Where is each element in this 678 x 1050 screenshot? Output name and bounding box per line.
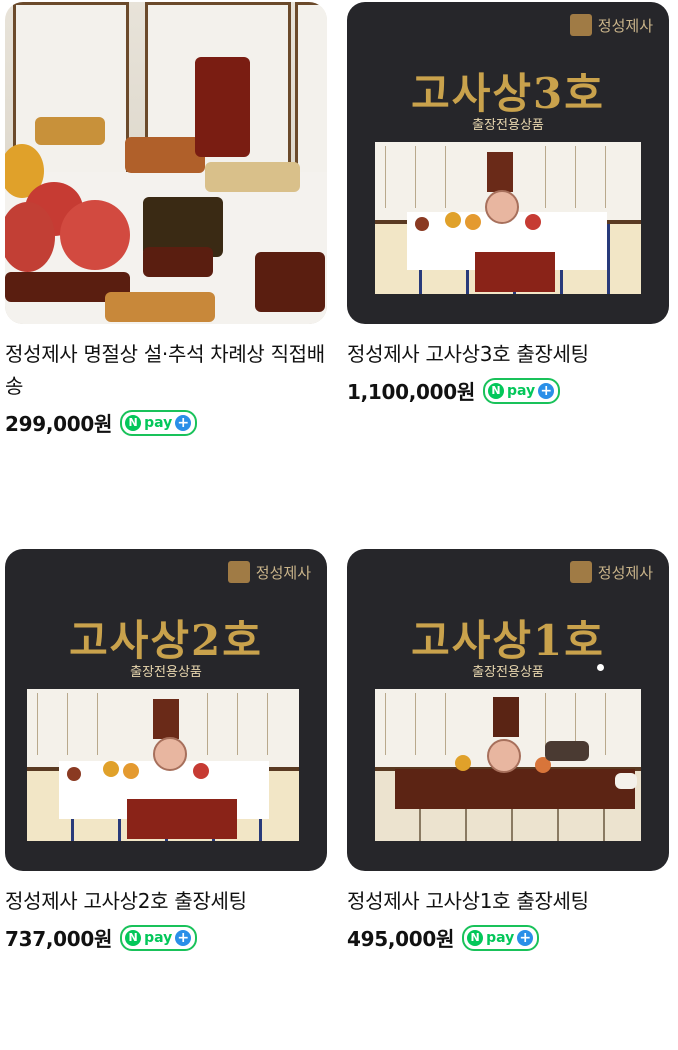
ceremony-scene [375, 689, 641, 841]
banner-subline: 출장전용상품 [130, 665, 202, 680]
brand-mark-icon [569, 14, 592, 36]
ceremony-scene [375, 142, 641, 294]
product-price: 1,100,000원 [347, 380, 476, 404]
plus-icon: + [517, 929, 534, 946]
product-title[interactable]: 정성제사 고사상1호 출장세팅 [347, 885, 669, 917]
brand-mark-icon [227, 561, 250, 583]
npay-n-icon: N [488, 382, 505, 399]
product-card[interactable]: 정성제사 고사상2호 출장전용상품 정성제사 고사상2호 출장세팅 737,00… [5, 549, 327, 952]
npay-badge: N pay + [462, 924, 540, 951]
product-image[interactable]: 정성제사 고사상3호 출장전용상품 [347, 2, 669, 324]
product-card[interactable]: 정성제사 고사상1호 출장전용상품 정성제사 고사상1호 출장세팅 495,00… [347, 549, 669, 952]
banner-headline: 고사상3호 [411, 69, 605, 118]
product-image[interactable]: 정성제사 고사상1호 출장전용상품 [347, 549, 669, 871]
product-card[interactable]: 정성제사 고사상3호 출장전용상품 정성제사 고사상3호 출장세팅 1,100,… [347, 2, 669, 405]
product-image[interactable] [5, 2, 327, 324]
product-card[interactable]: 정성제사 명절상 설·추석 차례상 직접배송 299,000원 N pay + [5, 2, 327, 437]
product-title[interactable]: 정성제사 고사상2호 출장세팅 [5, 885, 327, 917]
product-price: 495,000원 [347, 927, 455, 951]
plus-icon: + [175, 414, 192, 431]
product-title[interactable]: 정성제사 명절상 설·추석 차례상 직접배송 [5, 338, 327, 402]
brand-mark-icon [569, 561, 592, 583]
npay-badge: N pay + [120, 409, 198, 436]
product-price: 737,000원 [5, 927, 113, 951]
npay-n-icon: N [125, 414, 142, 431]
npay-n-icon: N [125, 929, 142, 946]
brand-logo: 정성제사 [569, 561, 653, 583]
ceremony-scene [27, 689, 299, 841]
brand-logo: 정성제사 [227, 561, 311, 583]
npay-badge: N pay + [120, 924, 198, 951]
banner-subline: 출장전용상품 [472, 665, 544, 680]
product-title[interactable]: 정성제사 고사상3호 출장세팅 [347, 338, 669, 370]
banner-headline: 고사상1호 [411, 616, 605, 665]
npay-badge: N pay + [483, 377, 561, 404]
npay-n-icon: N [467, 929, 484, 946]
product-image[interactable]: 정성제사 고사상2호 출장전용상품 [5, 549, 327, 871]
plus-icon: + [175, 929, 192, 946]
banner-headline: 고사상2호 [69, 616, 263, 665]
decorative-dot [597, 664, 604, 671]
plus-icon: + [538, 382, 555, 399]
product-price: 299,000원 [5, 412, 113, 436]
brand-logo: 정성제사 [569, 14, 653, 36]
banner-subline: 출장전용상품 [472, 118, 544, 133]
